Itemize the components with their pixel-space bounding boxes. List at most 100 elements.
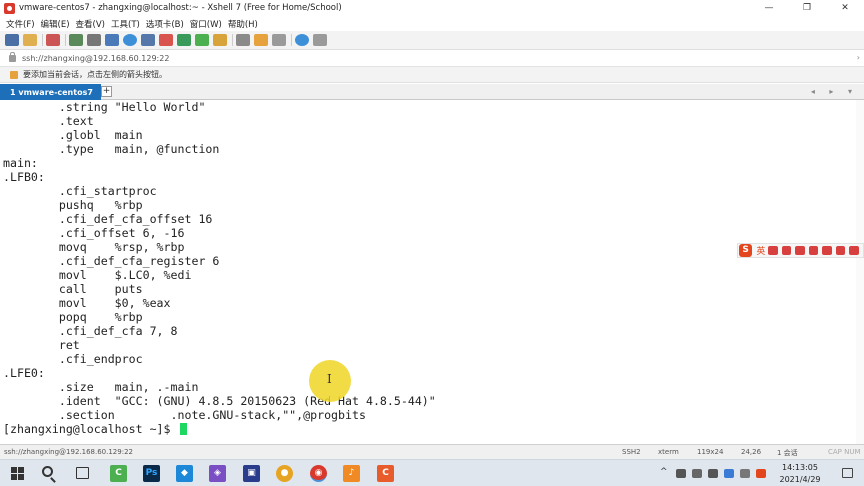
text-cursor-icon: I xyxy=(327,372,332,386)
terminal-scrollbar[interactable] xyxy=(856,100,864,444)
terminal-line: .cfi_endproc xyxy=(3,352,143,366)
add-session-arrow-icon[interactable] xyxy=(10,70,18,79)
terminal-area[interactable]: .string "Hello World" .text .globl main … xyxy=(0,100,864,444)
clock-time: 14:13:05 xyxy=(782,463,818,472)
terminal-line: .text xyxy=(3,114,94,128)
minimize-button[interactable]: — xyxy=(750,0,788,16)
menu-tools[interactable]: 工具(T) xyxy=(111,18,140,30)
taskbar-app-photoshop[interactable]: Ps xyxy=(143,465,160,482)
toolbar xyxy=(0,31,864,50)
microphone-icon[interactable] xyxy=(781,246,792,255)
chat-icon[interactable] xyxy=(313,34,327,46)
taskbar-app-capture[interactable]: C xyxy=(377,465,394,482)
status-terminal-type: xterm xyxy=(658,448,679,456)
terminal-prompt-line[interactable]: [zhangxing@localhost ~]$ xyxy=(3,422,187,437)
taskbar-app-vscode[interactable]: ◆ xyxy=(176,465,193,482)
terminal-line: .cfi_offset 6, -16 xyxy=(3,226,185,240)
search-icon[interactable] xyxy=(42,466,53,477)
status-cursor-position: 24,26 xyxy=(741,448,762,456)
windows-taskbar: C Ps ◆ ◈ ▣ ● ◉ ♪ C ^ 14:13:05 2021/4/29 xyxy=(0,459,864,486)
taskbar-app-qq-browser[interactable]: C xyxy=(110,465,127,482)
keyboard-icon[interactable] xyxy=(236,34,250,46)
layout-icon[interactable] xyxy=(272,34,286,46)
new-window-icon[interactable] xyxy=(69,34,83,46)
task-view-icon[interactable] xyxy=(76,467,89,479)
taskbar-app-visual-studio[interactable]: ◈ xyxy=(209,465,226,482)
menu-view[interactable]: 查看(V) xyxy=(76,18,105,30)
new-session-icon[interactable] xyxy=(5,34,19,46)
volume-icon[interactable] xyxy=(708,469,718,478)
taskbar-app-chrome[interactable]: ● xyxy=(276,465,293,482)
find-icon[interactable] xyxy=(87,34,101,46)
terminal-line: .LFB0: xyxy=(3,170,45,184)
lock-icon[interactable] xyxy=(213,34,227,46)
bluetooth-icon[interactable] xyxy=(740,469,750,478)
keyboard-icon[interactable] xyxy=(808,246,819,255)
terminal-line: .cfi_startproc xyxy=(3,184,157,198)
window-title: vmware-centos7 - zhangxing@localhost:~ -… xyxy=(19,3,342,13)
lock-icon xyxy=(9,51,16,62)
taskbar-app-editor[interactable]: ▣ xyxy=(243,465,260,482)
system-clock[interactable]: 14:13:05 2021/4/29 xyxy=(770,462,830,486)
punctuation-icon[interactable] xyxy=(795,246,805,255)
xftp-icon[interactable] xyxy=(159,34,173,46)
reconnect-icon[interactable] xyxy=(46,34,60,46)
fullscreen-icon[interactable] xyxy=(195,34,209,46)
shell-prompt: [zhangxing@localhost ~]$ xyxy=(3,422,178,436)
terminal-line: .type main, @function xyxy=(3,142,220,156)
terminal-line: .cfi_def_cfa_offset 16 xyxy=(3,212,213,226)
menu-file[interactable]: 文件(F) xyxy=(6,18,35,30)
menu-tab[interactable]: 选项卡(B) xyxy=(146,18,184,30)
address-expand-icon[interactable]: › xyxy=(857,53,860,62)
address-bar[interactable]: ssh://zhangxing@192.168.60.129:22 › xyxy=(0,50,864,67)
battery-icon[interactable] xyxy=(676,469,686,478)
terminal-line: popq %rbp xyxy=(3,310,143,324)
terminal-line: ret xyxy=(3,338,80,352)
network-icon[interactable] xyxy=(692,469,702,478)
sogou-ime-icon[interactable]: S xyxy=(739,244,753,257)
menu-edit[interactable]: 编辑(E) xyxy=(41,18,70,30)
text-cursor xyxy=(179,423,187,435)
new-tab-button[interactable]: + xyxy=(101,86,112,97)
ime-toolbar[interactable]: S 英 xyxy=(737,243,864,258)
tab-bar: 1 vmware-centos7 + ◂ ▸ ▾ xyxy=(0,84,864,100)
terminal-line: movl $.LC0, %edi xyxy=(3,268,192,282)
tab-navigation[interactable]: ◂ ▸ ▾ xyxy=(811,87,858,96)
maximize-button[interactable]: ❐ xyxy=(788,0,826,16)
font-icon[interactable] xyxy=(141,34,155,46)
mouse-highlight: I xyxy=(309,360,351,402)
clock-date: 2021/4/29 xyxy=(779,475,821,484)
notification-center-icon[interactable] xyxy=(842,468,853,478)
windows-start-icon[interactable] xyxy=(11,467,24,480)
menu-help[interactable]: 帮助(H) xyxy=(228,18,258,30)
emoji-icon[interactable] xyxy=(768,246,778,255)
window-title-bar[interactable]: vmware-centos7 - zhangxing@localhost:~ -… xyxy=(0,0,864,16)
status-host: ssh://zhangxing@192.168.60.129:22 xyxy=(4,448,133,456)
skin-icon[interactable] xyxy=(822,246,832,255)
terminal-line: .cfi_def_cfa 7, 8 xyxy=(3,324,178,338)
tray-overflow-chevron-icon[interactable]: ^ xyxy=(660,467,668,477)
menu-window[interactable]: 窗口(W) xyxy=(190,18,222,30)
session-url[interactable]: ssh://zhangxing@192.168.60.129:22 xyxy=(22,54,169,63)
menu-icon[interactable] xyxy=(849,246,859,255)
ime-mode-label[interactable]: 英 xyxy=(756,244,765,257)
input-method-icon[interactable] xyxy=(724,469,734,478)
xagent-icon[interactable] xyxy=(177,34,191,46)
session-hint-bar: 要添加当前会话，点击左侧的箭头按钮。 xyxy=(0,67,864,83)
toolbar-divider xyxy=(291,34,292,46)
sogou-tray-icon[interactable] xyxy=(756,469,766,478)
help-icon[interactable] xyxy=(295,34,309,46)
taskbar-app-recorder[interactable]: ♪ xyxy=(343,465,360,482)
terminal-line: .ident "GCC: (GNU) 4.8.5 20150623 (Red H… xyxy=(3,394,436,408)
globe-icon[interactable] xyxy=(123,34,137,46)
properties-icon[interactable] xyxy=(105,34,119,46)
menu-bar: 文件(F) 编辑(E) 查看(V) 工具(T) 选项卡(B) 窗口(W) 帮助(… xyxy=(0,16,864,31)
close-button[interactable]: ✕ xyxy=(826,0,864,16)
status-bar: ssh://zhangxing@192.168.60.129:22 SSH2 x… xyxy=(0,444,864,459)
terminal-line: movl $0, %eax xyxy=(3,296,171,310)
settings-icon[interactable] xyxy=(835,246,846,255)
tab-vmware-centos7[interactable]: 1 vmware-centos7 xyxy=(0,84,101,100)
taskbar-app-xshell[interactable]: ◉ xyxy=(310,465,327,482)
open-folder-icon[interactable] xyxy=(23,34,37,46)
folder-icon[interactable] xyxy=(254,34,268,46)
